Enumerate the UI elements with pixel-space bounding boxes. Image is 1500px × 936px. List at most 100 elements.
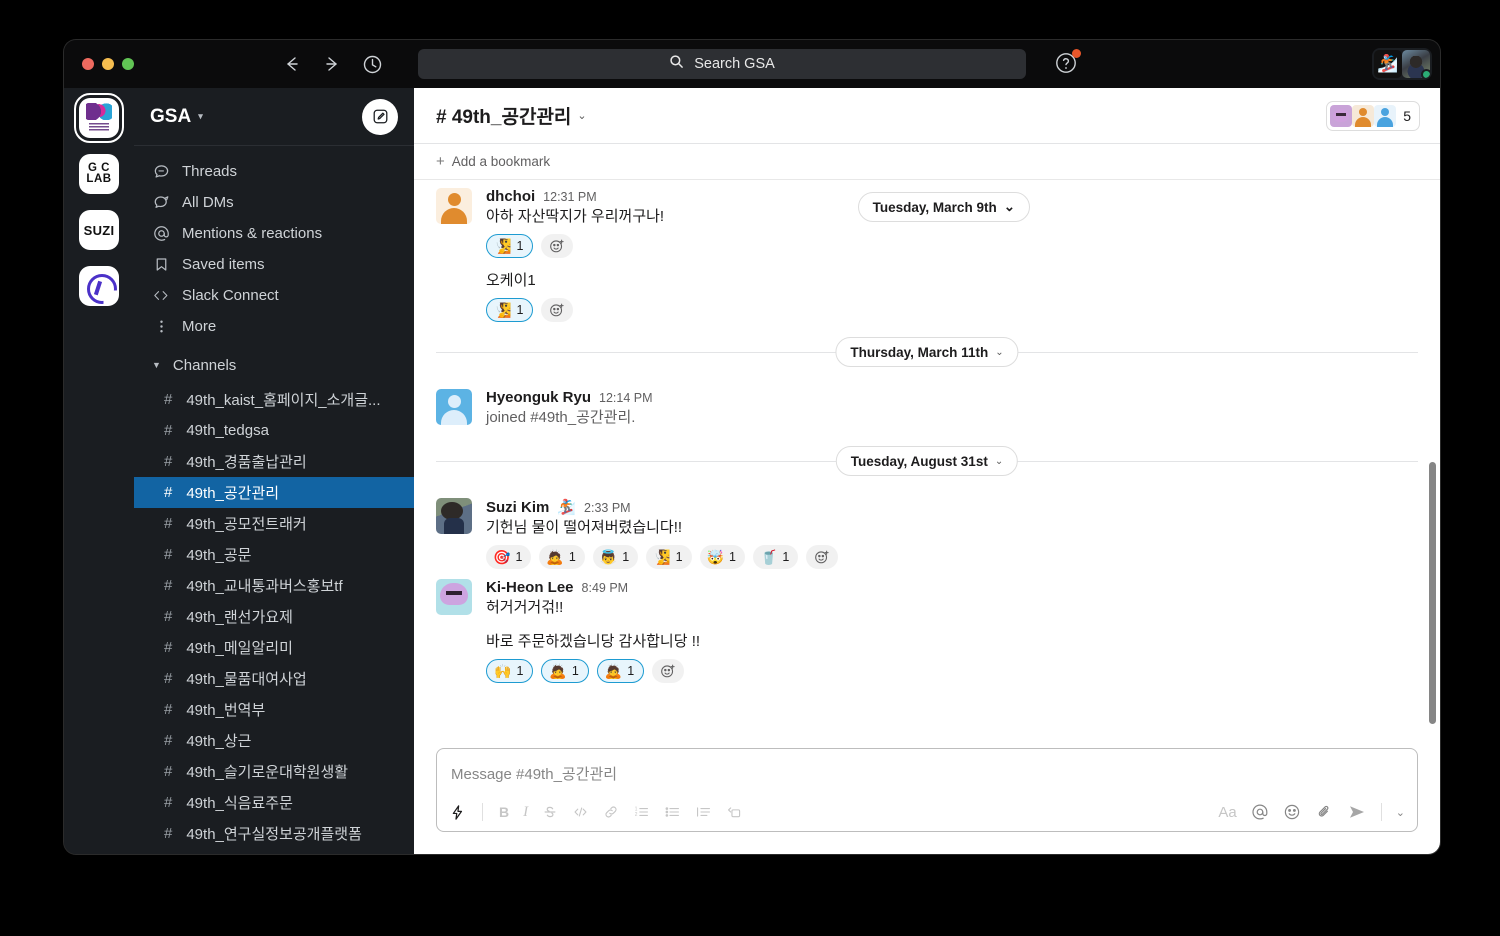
workspace-switcher-gsa[interactable] (74, 93, 124, 143)
mention-at-icon[interactable] (1251, 803, 1269, 821)
avatar[interactable] (1402, 50, 1430, 78)
emoji-icon[interactable] (1283, 803, 1301, 821)
blockquote-icon[interactable] (695, 804, 712, 820)
message-author[interactable]: dhchoi (486, 188, 535, 205)
sidebar-item-mentions-reactions[interactable]: Mentions & reactions (134, 218, 414, 249)
message-timestamp[interactable]: 2:33 PM (584, 501, 631, 515)
workspace-switcher-w[interactable] (79, 266, 119, 306)
compose-button[interactable] (362, 98, 398, 135)
sidebar-channel-item[interactable]: #49th_랜선가요제 (134, 601, 414, 632)
history-clock-icon[interactable] (362, 54, 383, 75)
sidebar-channel-item[interactable]: #49th_kaist_홈페이지_소개글... (134, 384, 414, 415)
italic-icon[interactable]: I (523, 804, 528, 821)
sidebar-channel-item[interactable]: #49th_번역부 (134, 694, 414, 725)
sidebar-channel-item[interactable]: #49th_경품출납관리 (134, 446, 414, 477)
add-reaction-button[interactable] (652, 659, 685, 683)
reaction-chip[interactable]: 🙇 1 (541, 659, 589, 683)
reaction-chip[interactable]: 🙇 1 (596, 659, 645, 683)
message-row: Ki-Heon Lee 8:49 PM 허거거거걲!! 바로 주문하겠습니당 감… (414, 569, 1440, 683)
sidebar-channel-item[interactable]: #49th_교내통과버스홍보tf (134, 570, 414, 601)
forward-arrow-icon[interactable] (322, 54, 342, 74)
reaction-chip[interactable]: 🧏 1 (646, 545, 692, 569)
maximize-window-button[interactable] (122, 58, 134, 70)
message-timestamp[interactable]: 12:14 PM (599, 391, 653, 405)
member-avatar-orange (1352, 104, 1375, 127)
add-reaction-button[interactable] (806, 545, 839, 569)
sidebar-channel-item[interactable]: #49th_식음료주문 (134, 787, 414, 818)
link-icon[interactable] (603, 804, 619, 820)
avatar[interactable] (436, 498, 472, 534)
ordered-list-icon[interactable]: 12 (633, 804, 650, 820)
avatar[interactable] (436, 389, 472, 425)
format-aa-icon[interactable]: Aa (1218, 804, 1236, 821)
sidebar-channel-item[interactable]: #49th_슬기로운대학원생활 (134, 756, 414, 787)
channels-section-header[interactable]: ▼ Channels (134, 346, 414, 384)
message-timestamp[interactable]: 8:49 PM (582, 581, 629, 595)
sidebar-item-saved-items[interactable]: Saved items (134, 249, 414, 280)
floating-date-pill[interactable]: Tuesday, March 9th ⌄ (857, 192, 1030, 222)
message-composer[interactable]: Message #49th_공간관리 B I 1 2 Aa ⌄ (436, 748, 1418, 832)
close-window-button[interactable] (82, 58, 94, 70)
workspace-menu-button[interactable]: GSA ▾ (150, 106, 203, 128)
search-icon (669, 54, 684, 74)
reaction-chip[interactable]: 🎯 1 (486, 545, 532, 569)
sidebar-item-threads[interactable]: Threads (134, 156, 414, 187)
date-pill[interactable]: Tuesday, August 31st ⌄ (835, 446, 1019, 476)
minimize-window-button[interactable] (102, 58, 114, 70)
code-icon[interactable] (572, 804, 589, 820)
channel-title-button[interactable]: # 49th_공간관리 ⌄ (436, 102, 587, 129)
avatar[interactable] (436, 188, 472, 224)
member-count: 5 (1403, 107, 1411, 124)
bookmark-bar[interactable]: + Add a bookmark (414, 144, 1440, 180)
code-block-icon[interactable] (726, 804, 743, 820)
message-author[interactable]: Suzi Kim (486, 499, 549, 516)
composer-actions: Aa ⌄ (1218, 803, 1405, 821)
message-timestamp[interactable]: 12:31 PM (543, 190, 597, 204)
member-avatar-blue (1374, 104, 1397, 127)
date-pill[interactable]: Thursday, March 11th ⌄ (835, 337, 1019, 367)
bulleted-list-icon[interactable] (664, 804, 681, 820)
sidebar-channel-item[interactable]: #49th_물품대여사업 (134, 663, 414, 694)
chevron-down-icon: ▼ (152, 360, 161, 370)
user-avatar-group[interactable]: 🏂 (1372, 48, 1432, 80)
avatar[interactable] (436, 579, 472, 615)
message-author[interactable]: Ki-Heon Lee (486, 579, 574, 596)
lightning-icon[interactable] (449, 804, 466, 821)
sidebar-channel-item[interactable]: #49th_공간관리 (134, 477, 414, 508)
message-author[interactable]: Hyeonguk Ryu (486, 389, 591, 406)
add-reaction-button[interactable] (541, 298, 574, 322)
reaction-chip[interactable]: 🥤 1 (752, 545, 799, 569)
sidebar-channel-item[interactable]: #49th_연구실정보공개플랫폼 (134, 818, 414, 849)
reaction-chip[interactable]: 🧏 1 (486, 234, 534, 258)
reaction-chip[interactable]: 🙌 1 (486, 659, 534, 683)
message-list: Tuesday, March 9th ⌄ dhchoi 12:31 PM 아하 … (414, 180, 1440, 742)
sidebar-channel-item[interactable]: #49th_공모전트래커 (134, 508, 414, 539)
message-input[interactable]: Message #49th_공간관리 (437, 749, 1417, 784)
reaction-chip[interactable]: 🧏 1 (486, 298, 534, 322)
help-button[interactable] (1054, 49, 1081, 80)
attach-clip-icon[interactable] (1315, 803, 1333, 821)
message-scrollbar[interactable] (1429, 462, 1436, 724)
members-button[interactable]: 5 (1326, 100, 1420, 131)
sidebar-channel-item[interactable]: #49th_메일알리미 (134, 632, 414, 663)
add-reaction-button[interactable] (541, 234, 574, 258)
workspace-switcher-gclab[interactable]: G C LAB (79, 154, 119, 194)
reaction-chip[interactable]: 🙇 1 (539, 545, 585, 569)
reaction-chip[interactable]: 👼 1 (592, 545, 639, 569)
sidebar-item-all-dms[interactable]: All DMs (134, 187, 414, 218)
strikethrough-icon[interactable] (542, 804, 558, 820)
send-options-chevron-icon[interactable]: ⌄ (1396, 806, 1405, 819)
sidebar-channel-item[interactable]: #49th_tedgsa (134, 415, 414, 446)
sidebar-item-label: Saved items (182, 256, 265, 273)
sidebar-item-more[interactable]: More (134, 311, 414, 342)
workspace-switcher-suzi[interactable]: SUZI (79, 210, 119, 250)
send-icon[interactable] (1347, 803, 1367, 821)
date-divider: Thursday, March 11th ⌄ (436, 337, 1418, 367)
sidebar-channel-item[interactable]: #49th_공문 (134, 539, 414, 570)
sidebar-channel-item[interactable]: #49th_상근 (134, 725, 414, 756)
back-arrow-icon[interactable] (282, 54, 302, 74)
bold-icon[interactable]: B (499, 804, 509, 820)
search-input[interactable]: Search GSA (418, 49, 1026, 79)
sidebar-item-slack-connect[interactable]: Slack Connect (134, 280, 414, 311)
reaction-chip[interactable]: 🤯 1 (699, 545, 745, 569)
